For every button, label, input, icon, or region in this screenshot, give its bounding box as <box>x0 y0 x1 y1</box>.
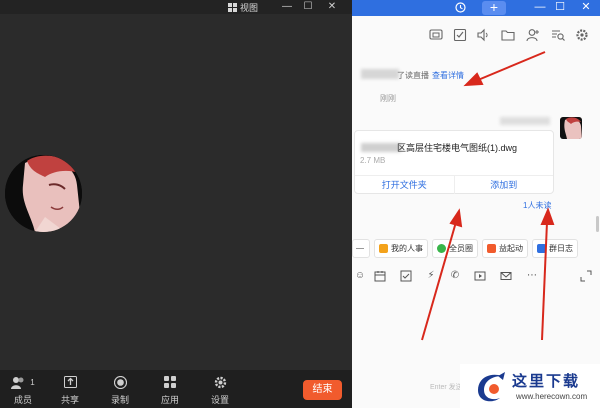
expand-icon[interactable] <box>580 270 592 282</box>
plus-button[interactable]: + <box>482 0 506 15</box>
watermark-title: 这里下载 <box>512 372 581 390</box>
members-count: 1 <box>30 377 35 387</box>
minimize-button[interactable]: — <box>279 0 295 14</box>
view-details-link[interactable]: 查看详情 <box>432 70 464 81</box>
file-size: 2.7 MB <box>360 156 386 165</box>
share-button[interactable]: 共享 <box>50 374 90 406</box>
meeting-title-bar: 视图 — ☐ ✕ <box>0 0 352 14</box>
call-icon[interactable]: ✆ <box>449 270 461 282</box>
overflow-icon <box>356 248 364 249</box>
search-doc-icon[interactable] <box>551 28 565 42</box>
input-toolbar: ☺ ⚡ ✆ ⋯ <box>352 270 600 284</box>
view-button[interactable]: 视图 <box>228 1 258 13</box>
file-actions: 打开文件夹 添加到 <box>355 175 553 194</box>
notice-sender-blurred <box>361 69 399 79</box>
record-button[interactable]: 录制 <box>100 374 140 406</box>
participant-avatar-image <box>5 155 82 232</box>
circle-icon <box>437 244 446 253</box>
members-button[interactable]: 1 成员 <box>3 374 43 406</box>
settings-gear-icon <box>214 374 227 390</box>
history-icon[interactable] <box>452 0 468 18</box>
watermark-url: www.herecown.com <box>516 392 588 401</box>
apps-icon <box>164 374 176 390</box>
settings-icon[interactable] <box>575 28 589 42</box>
members-icon: 1 <box>11 374 35 390</box>
record-label: 录制 <box>110 395 129 405</box>
scrollbar[interactable] <box>596 216 599 232</box>
maximize-button[interactable]: ☐ <box>300 0 316 14</box>
site-watermark: 这里下载 www.herecown.com <box>460 364 600 408</box>
close-icon[interactable]: ✕ <box>578 0 594 15</box>
apps-button[interactable]: 应用 <box>150 374 190 406</box>
run-icon <box>487 244 496 253</box>
share-label: 共享 <box>60 395 79 405</box>
task-icon[interactable] <box>400 270 412 282</box>
add-to-button[interactable]: 添加到 <box>455 176 554 194</box>
meeting-window: 视图 — ☐ ✕ 1 成员 共享 录制 应用 设置 结束 <box>0 0 352 408</box>
minimize-icon[interactable]: — <box>532 0 548 15</box>
add-member-icon[interactable] <box>526 28 540 42</box>
record-icon <box>113 374 127 390</box>
screen-icon[interactable] <box>429 28 443 42</box>
chat-window: + — ☐ ✕ 了读直播 查看详情 刚刚 区高层住宅楼电气图纸(1).dwg 2… <box>352 0 600 408</box>
settings-label: 设置 <box>210 395 229 405</box>
quick-app-overflow[interactable] <box>352 239 370 258</box>
unread-status[interactable]: 1人未读 <box>523 200 551 211</box>
apps-label: 应用 <box>160 395 179 405</box>
enter-send-hint: Enter 发送 <box>430 384 463 391</box>
end-meeting-button[interactable]: 结束 <box>303 380 342 400</box>
maximize-icon[interactable]: ☐ <box>552 0 568 15</box>
grid-view-icon <box>228 2 237 12</box>
meeting-toolbar: 1 成员 共享 录制 应用 设置 <box>0 370 352 408</box>
quick-app-circle[interactable]: 全员圈 <box>432 239 478 258</box>
quick-app-label: 全员圈 <box>449 244 473 253</box>
quick-app-run[interactable]: 益起动 <box>482 239 528 258</box>
mail-icon[interactable] <box>500 270 512 282</box>
quick-app-hr[interactable]: 我的人事 <box>374 239 428 258</box>
speaker-icon[interactable] <box>476 28 490 42</box>
notice-text: 了读直播 <box>397 71 429 80</box>
open-folder-button[interactable]: 打开文件夹 <box>355 176 454 194</box>
quick-app-label: 我的人事 <box>391 244 423 253</box>
sender-avatar[interactable] <box>560 117 582 139</box>
watermark-logo-icon <box>478 372 505 402</box>
more-icon[interactable]: ⋯ <box>526 270 538 282</box>
quick-app-log[interactable]: 群日志 <box>532 239 578 258</box>
video-icon[interactable] <box>474 270 486 282</box>
quick-apps-row: 我的人事 全员圈 益起动 群日志 <box>352 239 578 259</box>
log-icon <box>537 244 546 253</box>
hr-icon <box>379 244 388 253</box>
emoji-icon[interactable]: ☺ <box>354 270 366 282</box>
close-button[interactable]: ✕ <box>324 0 340 14</box>
members-label: 成员 <box>13 395 32 405</box>
quick-app-label: 益起动 <box>499 244 523 253</box>
folder-icon[interactable] <box>501 28 515 42</box>
message-time: 刚刚 <box>380 94 396 103</box>
settings-button[interactable]: 设置 <box>200 374 240 406</box>
participant-avatar[interactable] <box>5 155 82 232</box>
flash-icon[interactable]: ⚡ <box>425 270 437 282</box>
calendar-icon[interactable] <box>374 270 386 282</box>
view-label: 视图 <box>240 2 259 13</box>
file-name: 区高层住宅楼电气图纸(1).dwg <box>397 143 518 153</box>
quick-app-label: 群日志 <box>549 244 573 253</box>
sender-name-blurred <box>500 117 550 125</box>
file-name-prefix-blurred <box>361 143 401 152</box>
todo-icon[interactable] <box>453 28 467 42</box>
file-message-card[interactable]: 区高层住宅楼电气图纸(1).dwg 2.7 MB 打开文件夹 添加到 <box>354 130 554 194</box>
share-icon <box>63 374 77 390</box>
sender-avatar-image <box>560 117 582 139</box>
plus-icon: + <box>489 0 499 15</box>
chat-title-bar: + — ☐ ✕ <box>352 0 600 16</box>
